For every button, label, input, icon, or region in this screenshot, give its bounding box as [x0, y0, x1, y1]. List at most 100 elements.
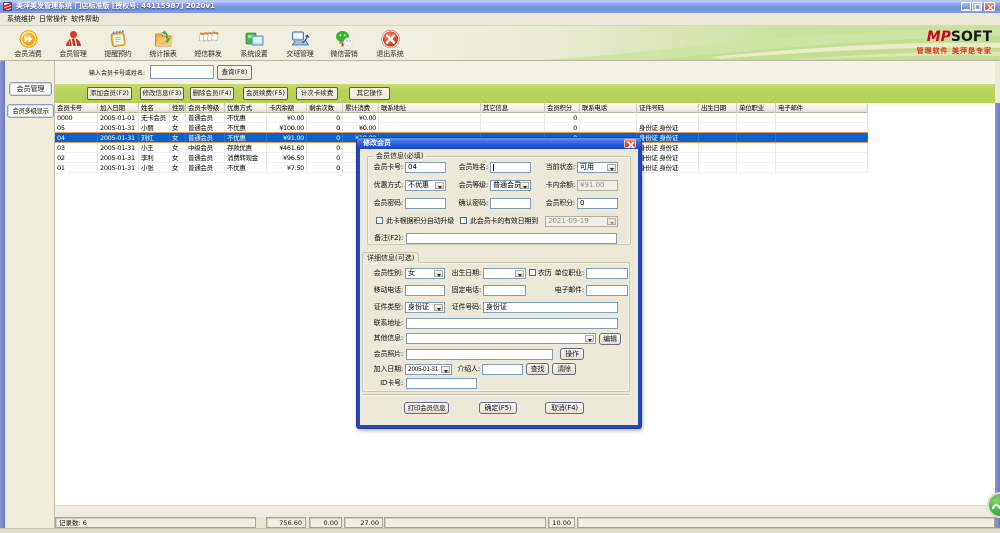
- email-input[interactable]: [586, 285, 628, 296]
- dropdown-arrow-icon[interactable]: [607, 218, 616, 225]
- dropdown-arrow-icon[interactable]: [607, 164, 616, 171]
- delete-member-button[interactable]: 删除会员(F4): [190, 87, 234, 100]
- clear-button[interactable]: 清除: [552, 363, 576, 375]
- search-input[interactable]: [150, 65, 214, 79]
- window-title: 美萍美发管理系统 门店标准版 [授权号: 44115987] 2020v1: [16, 0, 215, 13]
- table-cell: [776, 143, 868, 153]
- minimize-icon[interactable]: [961, 2, 971, 11]
- print-member-info-button[interactable]: 打印会员信息: [404, 402, 449, 414]
- optional-info-tab[interactable]: 详细信息(可选): [362, 252, 419, 263]
- photo-input[interactable]: [406, 349, 553, 360]
- column-header[interactable]: 累计消费: [343, 103, 379, 113]
- renew-member-button[interactable]: 会员续费(F5): [243, 87, 288, 100]
- auto-upgrade-checkbox[interactable]: [376, 217, 383, 224]
- column-header[interactable]: 会员积分: [545, 103, 580, 113]
- close-icon[interactable]: [984, 2, 995, 11]
- column-header[interactable]: 加入日期: [98, 103, 139, 113]
- mobile-input[interactable]: [405, 285, 445, 296]
- maximize-icon[interactable]: [972, 2, 982, 11]
- column-header[interactable]: 单位职业: [737, 103, 776, 113]
- remark-input[interactable]: [406, 233, 617, 244]
- cancel-button[interactable]: 取消(F4): [545, 402, 584, 414]
- column-header[interactable]: 联系地址: [379, 103, 481, 113]
- toolbar-button-shift[interactable]: 交班管理: [279, 28, 321, 59]
- address-label: 联系地址:: [363, 318, 403, 329]
- column-header[interactable]: 姓名: [139, 103, 170, 113]
- count-card-renew-button[interactable]: 计次卡续费: [296, 87, 338, 100]
- level-select[interactable]: 普通会员: [490, 180, 531, 191]
- table-cell: 2005-01-31: [98, 133, 139, 143]
- referrer-input[interactable]: [482, 364, 523, 375]
- ok-button[interactable]: 确定(F5): [479, 402, 517, 414]
- phone-input[interactable]: [483, 285, 526, 296]
- toolbar-button-member-manage[interactable]: 会员管理: [52, 28, 94, 59]
- menu-system[interactable]: 系统维护: [7, 13, 35, 25]
- table-row[interactable]: 00002005-01-01无卡会员女普通会员不优惠¥0.000¥0.000: [55, 113, 868, 123]
- join-date-select[interactable]: 2005-01-31: [405, 364, 452, 375]
- column-header[interactable]: 卡内余额: [267, 103, 307, 113]
- job-input[interactable]: [586, 268, 628, 279]
- menu-daily[interactable]: 日常操作: [39, 13, 67, 25]
- dropdown-arrow-icon[interactable]: [520, 182, 529, 189]
- card-no-input[interactable]: 04: [405, 162, 446, 173]
- password-input[interactable]: [405, 198, 446, 209]
- discount-select[interactable]: 不优惠: [405, 180, 446, 191]
- phone-label: 固定电话:: [441, 285, 481, 296]
- table-cell: [637, 113, 699, 123]
- remark-label: 备注(F2):: [363, 233, 403, 244]
- dropdown-arrow-icon[interactable]: [435, 182, 444, 189]
- column-header[interactable]: 其它信息: [481, 103, 545, 113]
- query-button[interactable]: 查询(F8): [217, 65, 252, 80]
- sidebar-member-multilevel-button[interactable]: 会员多级显示: [7, 104, 54, 118]
- dropdown-arrow-icon[interactable]: [585, 335, 594, 342]
- photo-operation-button[interactable]: 操作: [560, 348, 584, 360]
- find-button[interactable]: 查找: [526, 363, 549, 375]
- column-header[interactable]: 剩余次数: [307, 103, 343, 113]
- menu-help[interactable]: 软件帮助: [71, 13, 99, 25]
- table-cell: [737, 113, 776, 123]
- lunar-checkbox[interactable]: [529, 269, 536, 276]
- dialog-close-icon[interactable]: [624, 139, 636, 148]
- toolbar-button-reminder[interactable]: 提醒预约: [97, 28, 139, 59]
- address-input[interactable]: [406, 318, 618, 329]
- column-header[interactable]: 电子邮件: [776, 103, 868, 113]
- column-header[interactable]: 会员卡等级: [186, 103, 225, 113]
- birthday-select[interactable]: [483, 268, 526, 279]
- balance-input[interactable]: ¥91.00: [577, 180, 618, 191]
- horizontal-scrollbar[interactable]: [55, 505, 995, 517]
- toolbar-button-member-consume[interactable]: 会员消费: [7, 28, 49, 59]
- id-no-input[interactable]: 身份证: [483, 302, 618, 313]
- column-header[interactable]: 性别: [170, 103, 186, 113]
- add-member-button[interactable]: 添加会员(F2): [87, 87, 132, 100]
- other-info-select[interactable]: [406, 333, 596, 344]
- toolbar-button-sms[interactable]: 短信群发: [187, 28, 229, 59]
- toolbar-button-wechat[interactable]: 微信营销: [323, 28, 365, 59]
- column-header[interactable]: 联系电话: [580, 103, 637, 113]
- toolbar-button-exit[interactable]: 退出系统: [369, 28, 411, 59]
- gender-select[interactable]: 女: [405, 268, 445, 279]
- toolbar-button-settings[interactable]: 系统设置: [233, 28, 275, 59]
- column-header[interactable]: 证件号码: [637, 103, 699, 113]
- id-card-input[interactable]: [406, 378, 477, 389]
- edit-member-button[interactable]: 修改信息(F3): [140, 87, 184, 100]
- member-name-input[interactable]: [490, 162, 531, 173]
- dropdown-arrow-icon[interactable]: [515, 270, 524, 277]
- auto-upgrade-label: 此卡根据积分自动升级: [386, 216, 456, 227]
- password-confirm-input[interactable]: [490, 198, 531, 209]
- table-header: 会员卡号加入日期姓名性别会员卡等级优惠方式卡内余额剩余次数累计消费联系地址其它信…: [55, 103, 868, 113]
- edit-button[interactable]: 编辑: [599, 333, 621, 345]
- column-header[interactable]: 优惠方式: [225, 103, 267, 113]
- dropdown-arrow-icon[interactable]: [441, 366, 450, 373]
- status-select[interactable]: 可用: [577, 162, 618, 173]
- exit-icon: [380, 29, 401, 49]
- expire-date-select[interactable]: 2021-09-19: [545, 216, 618, 227]
- column-header[interactable]: 出生日期: [699, 103, 737, 113]
- expire-checkbox[interactable]: [460, 217, 467, 224]
- id-type-select[interactable]: 身份证: [405, 302, 445, 313]
- table-cell: 女: [170, 163, 186, 173]
- other-operations-button[interactable]: 其它操作: [349, 87, 390, 100]
- points-input[interactable]: 0: [577, 198, 618, 209]
- toolbar-button-report[interactable]: 统计报表: [142, 28, 184, 59]
- sidebar-member-manage-button[interactable]: 会员管理: [9, 82, 52, 96]
- column-header[interactable]: 会员卡号: [55, 103, 98, 113]
